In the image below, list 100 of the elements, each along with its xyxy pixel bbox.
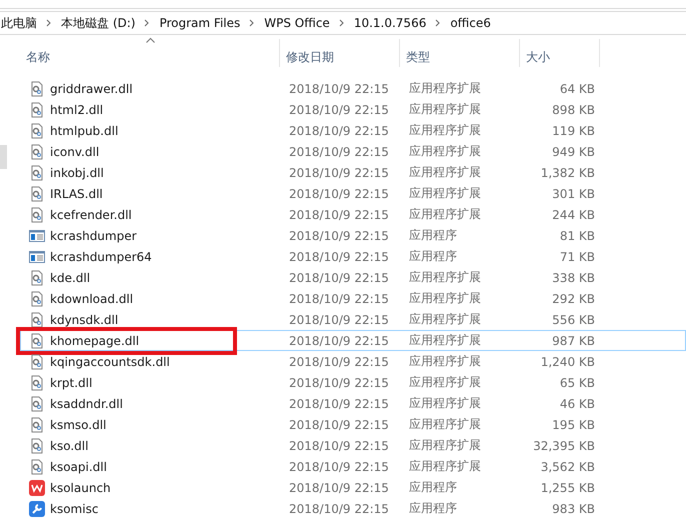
file-row[interactable]: ksolaunch 2018/10/9 22:15 应用程序 1,255 KB [20, 477, 686, 498]
file-size: 301 KB [551, 186, 596, 200]
file-row[interactable]: kcefrender.dll 2018/10/9 22:15 应用程序扩展 244 KB [20, 204, 686, 225]
application-window-icon [29, 248, 45, 264]
column-header[interactable]: 类型 [400, 39, 520, 67]
file-name: ksaddndr.dll [50, 396, 123, 410]
file-size: 292 KB [551, 292, 596, 306]
dll-file-icon [29, 270, 45, 286]
file-size: 983 KB [551, 502, 596, 516]
modified-date: 2018/10/9 22:15 [288, 418, 390, 432]
file-size: 65 KB [558, 376, 596, 390]
file-row[interactable]: krpt.dll 2018/10/9 22:15 应用程序扩展 65 KB [20, 372, 686, 393]
breadcrumb-item[interactable]: 本地磁盘 (D:) [57, 14, 140, 32]
file-name: iconv.dll [50, 144, 100, 158]
file-type: 应用程序扩展 [408, 80, 482, 97]
file-row[interactable]: kqingaccountsdk.dll 2018/10/9 22:15 应用程序扩展 1,240 KB [20, 351, 686, 372]
modified-date: 2018/10/9 22:15 [288, 270, 390, 284]
file-row[interactable]: ksoapi.dll 2018/10/9 22:15 应用程序扩展 3,562 KB [20, 456, 686, 477]
dll-file-icon [29, 164, 45, 180]
file-row[interactable]: ksomisc 2018/10/9 22:15 应用程序 983 KB [20, 498, 686, 519]
file-size: 1,255 KB [540, 480, 596, 494]
file-row[interactable]: inkobj.dll 2018/10/9 22:15 应用程序扩展 1,382 KB [20, 162, 686, 183]
file-size: 338 KB [551, 270, 596, 284]
file-row[interactable]: kdownload.dll 2018/10/9 22:15 应用程序扩展 292 KB [20, 288, 686, 309]
modified-date: 2018/10/9 22:15 [288, 250, 390, 264]
modified-date: 2018/10/9 22:15 [288, 228, 390, 242]
dll-file-icon [29, 186, 45, 202]
file-type: 应用程序扩展 [408, 353, 482, 370]
column-header[interactable]: 名称 [20, 39, 280, 67]
wrench-icon [29, 500, 45, 516]
file-name: krpt.dll [50, 376, 92, 390]
file-type: 应用程序扩展 [408, 416, 482, 433]
file-type: 应用程序扩展 [408, 332, 482, 349]
file-row[interactable]: ksaddndr.dll 2018/10/9 22:15 应用程序扩展 46 KB [20, 393, 686, 414]
modified-date: 2018/10/9 22:15 [288, 292, 390, 306]
file-row[interactable]: ksmso.dll 2018/10/9 22:15 应用程序扩展 195 KB [20, 414, 686, 435]
file-size: 32,395 KB [532, 438, 596, 452]
file-row[interactable]: kso.dll 2018/10/9 22:15 应用程序扩展 32,395 KB [20, 435, 686, 456]
file-type: 应用程序 [408, 479, 458, 496]
file-type: 应用程序扩展 [408, 206, 482, 223]
file-name: kcefrender.dll [50, 208, 132, 222]
file-name: kdynsdk.dll [50, 312, 118, 326]
modified-date: 2018/10/9 22:15 [288, 124, 390, 138]
application-window-icon [29, 228, 45, 244]
file-type: 应用程序扩展 [408, 395, 482, 412]
dll-file-icon [29, 312, 45, 328]
breadcrumb-item[interactable]: 10.1.0.7566 [350, 16, 430, 30]
dll-file-icon [29, 374, 45, 390]
breadcrumb-item[interactable]: office6 [446, 16, 495, 30]
file-name: ksoapi.dll [50, 460, 107, 474]
chevron-right-icon [46, 19, 52, 27]
dll-file-icon [29, 332, 45, 348]
file-type: 应用程序扩展 [408, 122, 482, 139]
modified-date: 2018/10/9 22:15 [288, 102, 390, 116]
file-size: 3,562 KB [540, 460, 596, 474]
file-row[interactable]: kcrashdumper 2018/10/9 22:15 应用程序 81 KB [20, 225, 686, 246]
file-size: 46 KB [558, 396, 596, 410]
dll-file-icon [29, 416, 45, 432]
file-row[interactable]: kcrashdumper64 2018/10/9 22:15 应用程序 71 KB [20, 246, 686, 267]
file-type: 应用程序扩展 [408, 269, 482, 286]
file-size: 119 KB [551, 124, 596, 138]
file-name: kso.dll [50, 438, 88, 452]
column-header[interactable]: 大小 [520, 39, 600, 67]
modified-date: 2018/10/9 22:15 [288, 396, 390, 410]
file-name: kqingaccountsdk.dll [50, 354, 170, 368]
file-size: 64 KB [558, 82, 596, 96]
column-header[interactable]: 修改日期 [280, 39, 400, 67]
file-name: kcrashdumper [50, 228, 137, 242]
file-name: inkobj.dll [50, 166, 104, 180]
file-name: khomepage.dll [50, 334, 140, 348]
dll-file-icon [29, 290, 45, 306]
file-name: ksomisc [50, 502, 98, 516]
file-row[interactable]: kde.dll 2018/10/9 22:15 应用程序扩展 338 KB [20, 267, 686, 288]
file-row[interactable]: griddrawer.dll 2018/10/9 22:15 应用程序扩展 64 KB [20, 78, 686, 99]
modified-date: 2018/10/9 22:15 [288, 186, 390, 200]
file-size: 898 KB [551, 102, 596, 116]
breadcrumb-item[interactable]: 此电脑 [0, 14, 41, 32]
file-row[interactable]: htmlpub.dll 2018/10/9 22:15 应用程序扩展 119 KB [20, 120, 686, 141]
file-name: kcrashdumper64 [50, 250, 152, 264]
chevron-right-icon [144, 19, 150, 27]
file-row[interactable]: kdynsdk.dll 2018/10/9 22:15 应用程序扩展 556 KB [20, 309, 686, 330]
modified-date: 2018/10/9 22:15 [288, 480, 390, 494]
file-type: 应用程序扩展 [408, 374, 482, 391]
breadcrumb-item[interactable]: Program Files [155, 16, 244, 30]
file-size: 81 KB [558, 228, 596, 242]
breadcrumb-item[interactable]: WPS Office [260, 16, 334, 30]
file-type: 应用程序扩展 [408, 311, 482, 328]
modified-date: 2018/10/9 22:15 [288, 354, 390, 368]
file-row[interactable]: IRLAS.dll 2018/10/9 22:15 应用程序扩展 301 KB [20, 183, 686, 204]
dll-file-icon [29, 438, 45, 454]
file-row[interactable]: iconv.dll 2018/10/9 22:15 应用程序扩展 949 KB [20, 141, 686, 162]
file-row[interactable]: html2.dll 2018/10/9 22:15 应用程序扩展 898 KB [20, 99, 686, 120]
scrollbar-thumb[interactable] [0, 145, 7, 169]
file-name: ksolaunch [50, 480, 111, 494]
file-type: 应用程序 [408, 227, 458, 244]
file-type: 应用程序扩展 [408, 185, 482, 202]
dll-file-icon [29, 102, 45, 118]
file-size: 71 KB [558, 250, 596, 264]
modified-date: 2018/10/9 22:15 [288, 460, 390, 474]
dll-file-icon [29, 122, 45, 138]
